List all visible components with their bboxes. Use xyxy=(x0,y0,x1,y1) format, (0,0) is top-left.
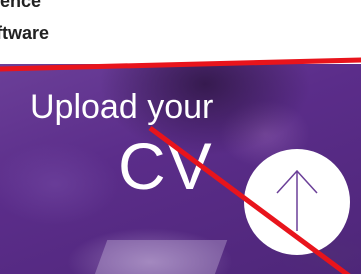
partial-heading-line-1: tence xyxy=(0,0,42,11)
upload-button[interactable] xyxy=(244,149,350,255)
page: tence ftware Upload your CV xyxy=(0,0,361,274)
partial-heading-line-2: ftware xyxy=(0,23,50,43)
banner-title: Upload your xyxy=(30,88,214,126)
laptop-shape xyxy=(92,240,228,274)
arrow-up-icon xyxy=(276,169,318,231)
banner-subtitle: CV xyxy=(118,129,214,203)
upload-cv-banner[interactable]: Upload your CV xyxy=(0,64,361,274)
